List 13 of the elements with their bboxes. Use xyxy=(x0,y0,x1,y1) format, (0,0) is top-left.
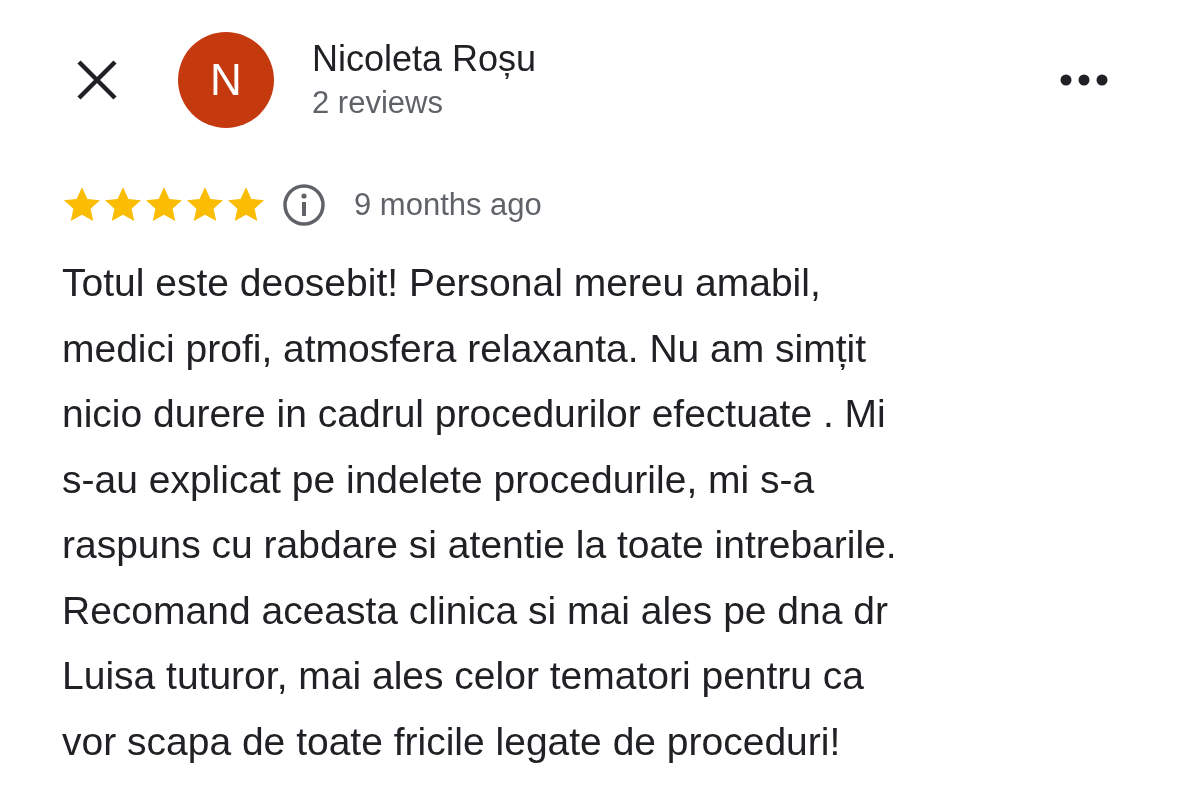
review-text: Totul este deosebit! Personal mereu amabil, medici profi, atmosfera relaxanta. Nu am simțit nicio durere in cadrul procedurilor efectuate . Mi s-au explicat pe indelete procedurile, mi s-a raspuns cu rabdare si atentie la toate intrebarile. Recomand aceasta clinica si mai ales pe dna dr Luisa tuturor, mai ales celor tematori pentru ca vor scapa de toate fricile legate de proceduri! xyxy=(62,260,898,765)
close-icon xyxy=(75,58,119,102)
star-icon xyxy=(103,186,143,224)
more-icon xyxy=(1060,74,1108,86)
review-count: 2 reviews xyxy=(312,84,444,122)
star-icon xyxy=(144,186,184,224)
review-time: 9 months ago xyxy=(354,187,542,223)
avatar: N xyxy=(178,32,274,128)
info-icon[interactable] xyxy=(282,183,326,227)
reviewer-name: Nicoleta Roșu xyxy=(312,37,538,81)
star-icon xyxy=(226,186,266,224)
star-icon xyxy=(62,186,102,224)
star-icon xyxy=(185,186,225,224)
